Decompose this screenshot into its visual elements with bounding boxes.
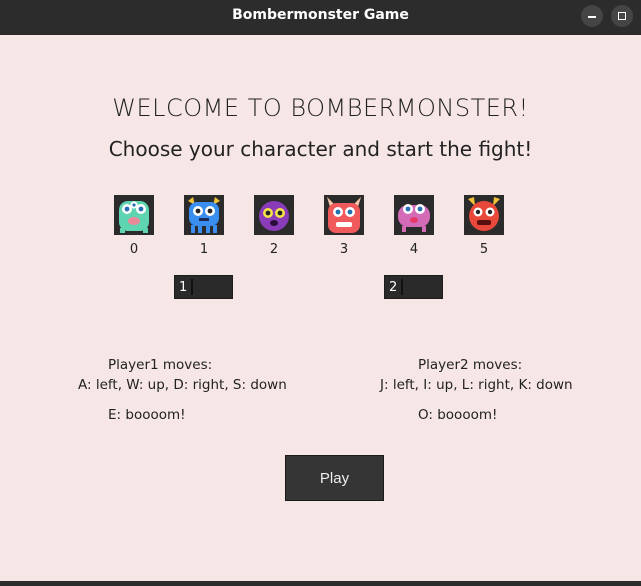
player2-character-input[interactable] bbox=[385, 276, 442, 298]
character-2-image bbox=[254, 195, 294, 235]
player2-moves: J: left, I: up, L: right, K: down bbox=[380, 377, 573, 393]
window-bottom-edge bbox=[0, 581, 641, 586]
player1-bomb: E: boooom! bbox=[108, 407, 186, 423]
player2-bomb: O: boooom! bbox=[418, 407, 498, 423]
player1-character-input[interactable] bbox=[175, 276, 232, 298]
player1-moves: A: left, W: up, D: right, S: down bbox=[78, 377, 287, 393]
welcome-subheading: Choose your character and start the figh… bbox=[108, 137, 533, 161]
character-0-image bbox=[114, 195, 154, 235]
character-2-label: 2 bbox=[269, 242, 279, 257]
window-titlebar: Bombermonster Game bbox=[0, 0, 641, 32]
character-3-label: 3 bbox=[339, 242, 349, 257]
character-4-label: 4 bbox=[409, 242, 419, 257]
purple-monster-icon bbox=[259, 201, 289, 231]
character-5-image bbox=[464, 195, 504, 235]
play-button[interactable]: Play bbox=[285, 455, 384, 501]
pink-monster-icon bbox=[398, 204, 430, 232]
maximize-icon bbox=[618, 12, 626, 20]
red-horned-monster-icon bbox=[327, 197, 361, 233]
player2-moves-title: Player2 moves: bbox=[418, 357, 523, 373]
character-5-label: 5 bbox=[479, 242, 489, 257]
text-cursor bbox=[401, 279, 403, 295]
blue-monster-icon bbox=[188, 197, 220, 233]
character-4-image bbox=[394, 195, 434, 235]
maximize-button[interactable] bbox=[611, 5, 633, 27]
character-0-label: 0 bbox=[129, 242, 139, 257]
minimize-button[interactable] bbox=[581, 5, 603, 27]
character-3-image bbox=[324, 195, 364, 235]
welcome-heading: WELCOME TO BOMBERMONSTER! bbox=[112, 94, 529, 122]
window-title: Bombermonster Game bbox=[232, 7, 409, 23]
player1-moves-title: Player1 moves: bbox=[108, 357, 213, 373]
player2-character-entry[interactable] bbox=[384, 275, 443, 299]
character-1-label: 1 bbox=[199, 242, 209, 257]
character-1-image bbox=[184, 195, 224, 235]
minimize-icon bbox=[588, 16, 596, 18]
red-furry-monster-icon bbox=[468, 197, 500, 231]
green-monster-icon bbox=[119, 201, 149, 233]
text-cursor bbox=[191, 279, 193, 295]
player1-character-entry[interactable] bbox=[174, 275, 233, 299]
